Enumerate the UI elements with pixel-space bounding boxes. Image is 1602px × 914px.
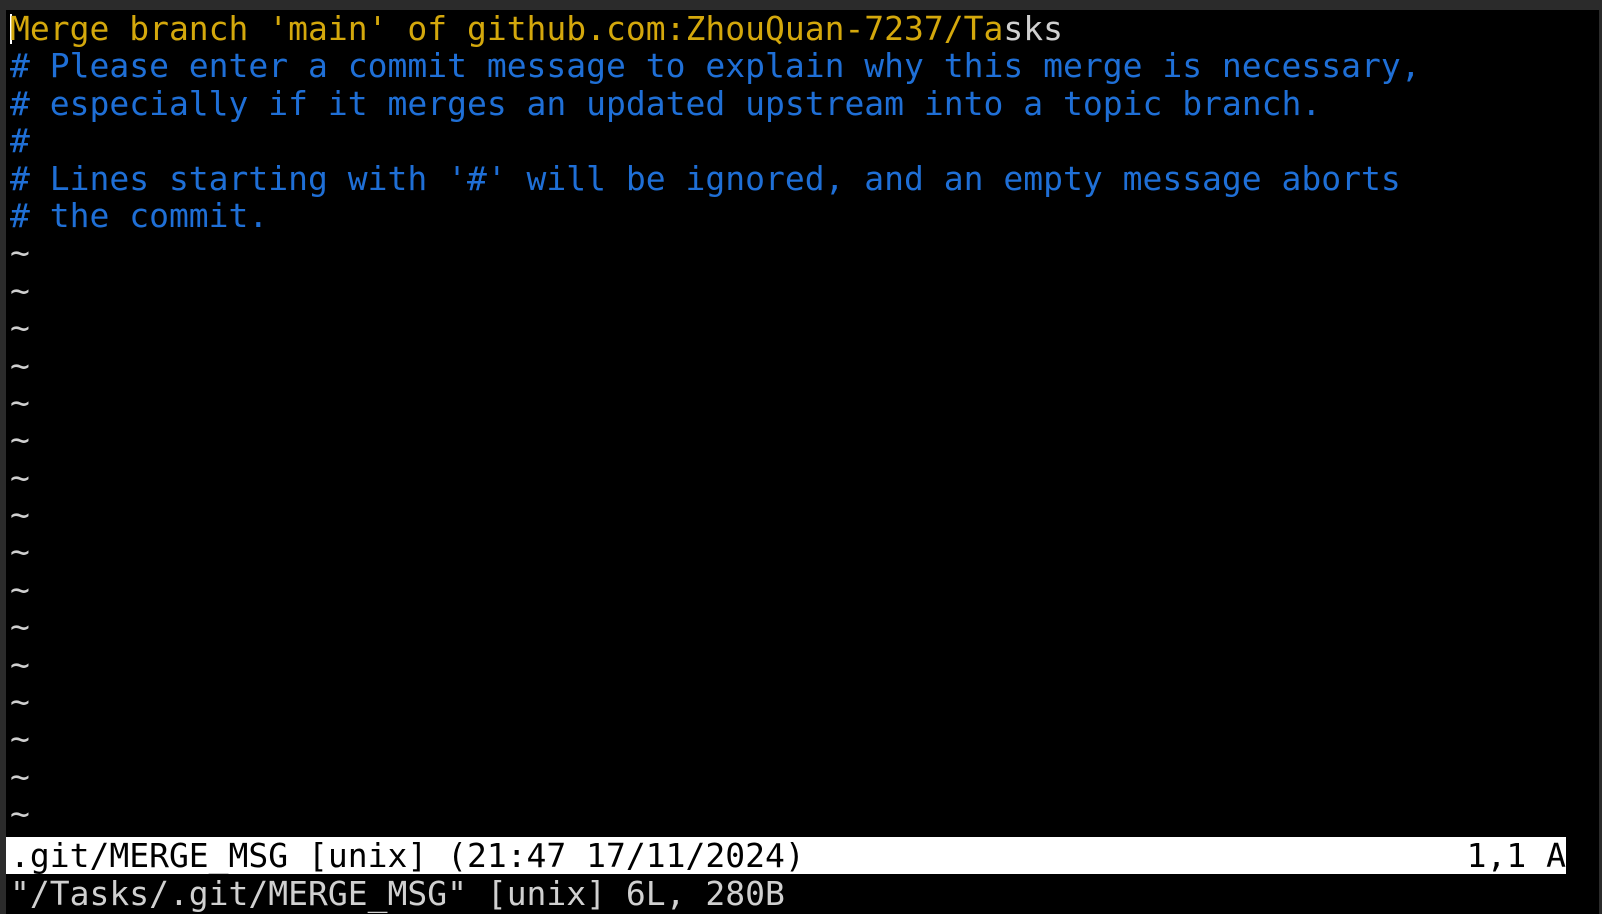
merge-line-prefix: Merge branch 'main' of github.com:ZhouQu… (10, 9, 1004, 48)
command-line-message: "/Tasks/.git/MERGE_MSG" [unix] 6L, 280B (10, 874, 785, 913)
editor-buffer[interactable]: Merge branch 'main' of github.com:ZhouQu… (10, 10, 1570, 833)
empty-line-tilde: ~ (10, 569, 30, 609)
comment-line[interactable]: # especially if it merges an updated ups… (10, 84, 1570, 122)
comment-line[interactable]: # Please enter a commit message to expla… (10, 47, 1570, 85)
empty-line-tilde: ~ (10, 756, 30, 796)
empty-line-tilde: ~ (10, 270, 30, 310)
merge-line-suffix: sks (1003, 9, 1063, 48)
empty-line-tilde: ~ (10, 719, 30, 759)
empty-line-tilde: ~ (10, 607, 30, 647)
empty-line-tilde: ~ (10, 457, 30, 497)
comment-line[interactable]: # the commit. (10, 197, 1570, 235)
empty-line-tilde: ~ (10, 682, 30, 722)
vim-terminal[interactable]: Merge branch 'main' of github.com:ZhouQu… (0, 0, 1602, 914)
status-file-info: .git/MERGE_MSG [unix] (21:47 17/11/2024) (10, 836, 805, 875)
empty-line-tilde: ~ (10, 420, 30, 460)
empty-line-tilde: ~ (10, 495, 30, 535)
empty-line-tilde: ~ (10, 233, 30, 273)
empty-line-tilde: ~ (10, 794, 30, 834)
empty-line-tilde: ~ (10, 532, 30, 572)
empty-line-tilde: ~ (10, 382, 30, 422)
status-cursor-position: 1,1 A (1466, 836, 1566, 875)
empty-line-tilde: ~ (10, 308, 30, 348)
merge-message-line[interactable]: Merge branch 'main' of github.com:ZhouQu… (10, 10, 1570, 47)
comment-line[interactable]: # (10, 122, 1570, 160)
empty-line-tilde: ~ (10, 345, 30, 385)
window-left-border (0, 0, 6, 914)
comment-line[interactable]: # Lines starting with '#' will be ignore… (10, 159, 1570, 197)
status-line: .git/MERGE_MSG [unix] (21:47 17/11/2024)… (6, 837, 1566, 874)
empty-line-tilde: ~ (10, 644, 30, 684)
